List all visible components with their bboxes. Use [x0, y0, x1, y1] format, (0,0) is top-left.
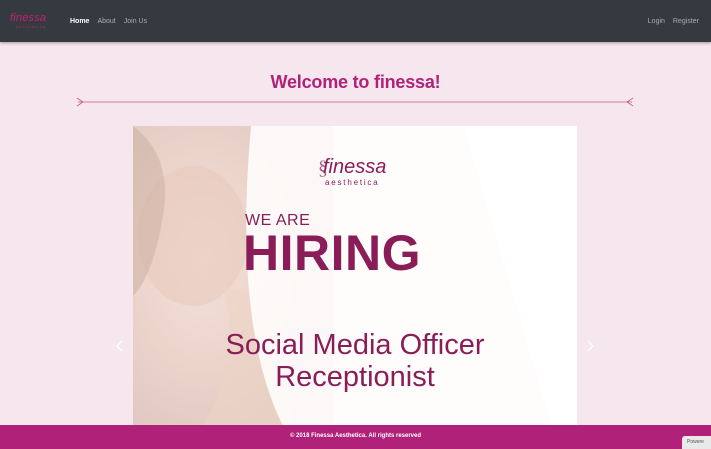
footer-copyright: © 2018 Finessa Aesthetica. All rights re…	[289, 433, 422, 439]
carousel-prev-button[interactable]	[110, 336, 130, 356]
ad-hiring-text: HIRING	[243, 225, 421, 281]
ad-logo-tagline: aesthetica	[325, 178, 380, 187]
chevron-left-icon	[115, 340, 123, 352]
site-footer: © 2018 Finessa Aesthetica. All rights re…	[0, 425, 711, 449]
ad-job-1: Social Media Officer	[225, 329, 485, 361]
nav-join-us-link[interactable]: Join Us	[124, 18, 147, 25]
brand-logo[interactable]: finessa aesthetica	[10, 13, 56, 29]
ad-job-2: Receptionist	[275, 361, 435, 393]
nav-about-link[interactable]: About	[97, 18, 115, 25]
divider-right-ornament	[626, 97, 634, 107]
nav-home-link[interactable]: Home	[70, 18, 89, 25]
chevron-right-icon	[587, 340, 595, 352]
nav-register-link[interactable]: Register	[673, 18, 699, 25]
nav-login-link[interactable]: Login	[648, 18, 665, 25]
main-nav: Home About Join Us	[70, 18, 147, 25]
ad-logo-name: finessa	[323, 156, 387, 178]
powered-by-badge[interactable]: Powere	[682, 436, 711, 449]
heading-divider	[78, 101, 632, 103]
auth-nav: Login Register	[648, 18, 699, 25]
page-title: Welcome to finessa!	[270, 72, 441, 92]
hiring-carousel[interactable]: § finessa aesthetica WE ARE HIRING Socia…	[133, 126, 577, 426]
top-navbar: finessa aesthetica Home About Join Us Lo…	[0, 0, 711, 42]
divider-left-ornament	[76, 97, 84, 107]
brand-name: finessa	[10, 12, 47, 24]
brand-tagline: aesthetica	[16, 24, 47, 29]
carousel-next-button[interactable]	[580, 336, 600, 356]
